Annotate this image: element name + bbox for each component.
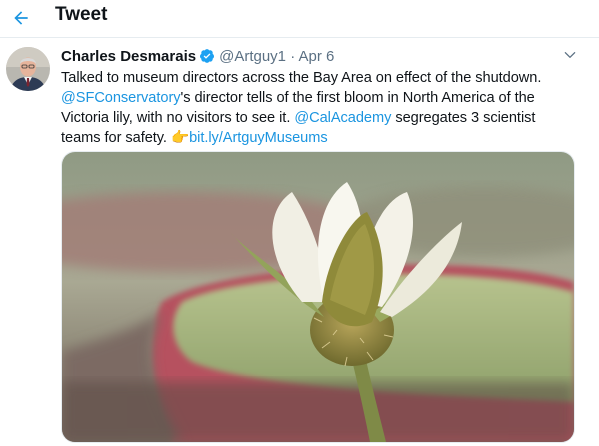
avatar-portrait bbox=[6, 47, 50, 91]
tweet-text-part: Talked to museum directors across the Ba… bbox=[61, 70, 542, 86]
tweet-image[interactable] bbox=[61, 151, 575, 443]
tweet[interactable]: Charles Desmarais @Artguy1 · Apr 6 Talked… bbox=[0, 38, 599, 446]
tweet-header: Charles Desmarais @Artguy1 · Apr 6 bbox=[61, 47, 569, 67]
verified-badge-icon bbox=[199, 48, 215, 70]
back-button[interactable] bbox=[6, 3, 36, 33]
avatar[interactable] bbox=[6, 47, 50, 91]
top-bar: Tweet bbox=[0, 0, 599, 38]
pointing-hand-emoji: 👉 bbox=[170, 130, 190, 146]
mention-link[interactable]: @SFConservatory bbox=[61, 90, 181, 106]
chevron-down-icon bbox=[564, 52, 576, 58]
arrow-left-icon bbox=[14, 11, 28, 25]
more-options-button[interactable] bbox=[561, 46, 579, 64]
tweet-text: Talked to museum directors across the Ba… bbox=[61, 68, 566, 148]
meta-separator: · bbox=[290, 48, 296, 65]
water-lily-photo bbox=[62, 152, 574, 442]
page-title: Tweet bbox=[55, 4, 108, 25]
url-link[interactable]: bit.ly/ArtguyMuseums bbox=[189, 130, 328, 146]
mention-link[interactable]: @CalAcademy bbox=[294, 110, 391, 126]
tweet-date[interactable]: Apr 6 bbox=[299, 48, 335, 65]
author-name[interactable]: Charles Desmarais bbox=[61, 48, 196, 65]
author-handle[interactable]: @Artguy1 bbox=[219, 48, 286, 65]
